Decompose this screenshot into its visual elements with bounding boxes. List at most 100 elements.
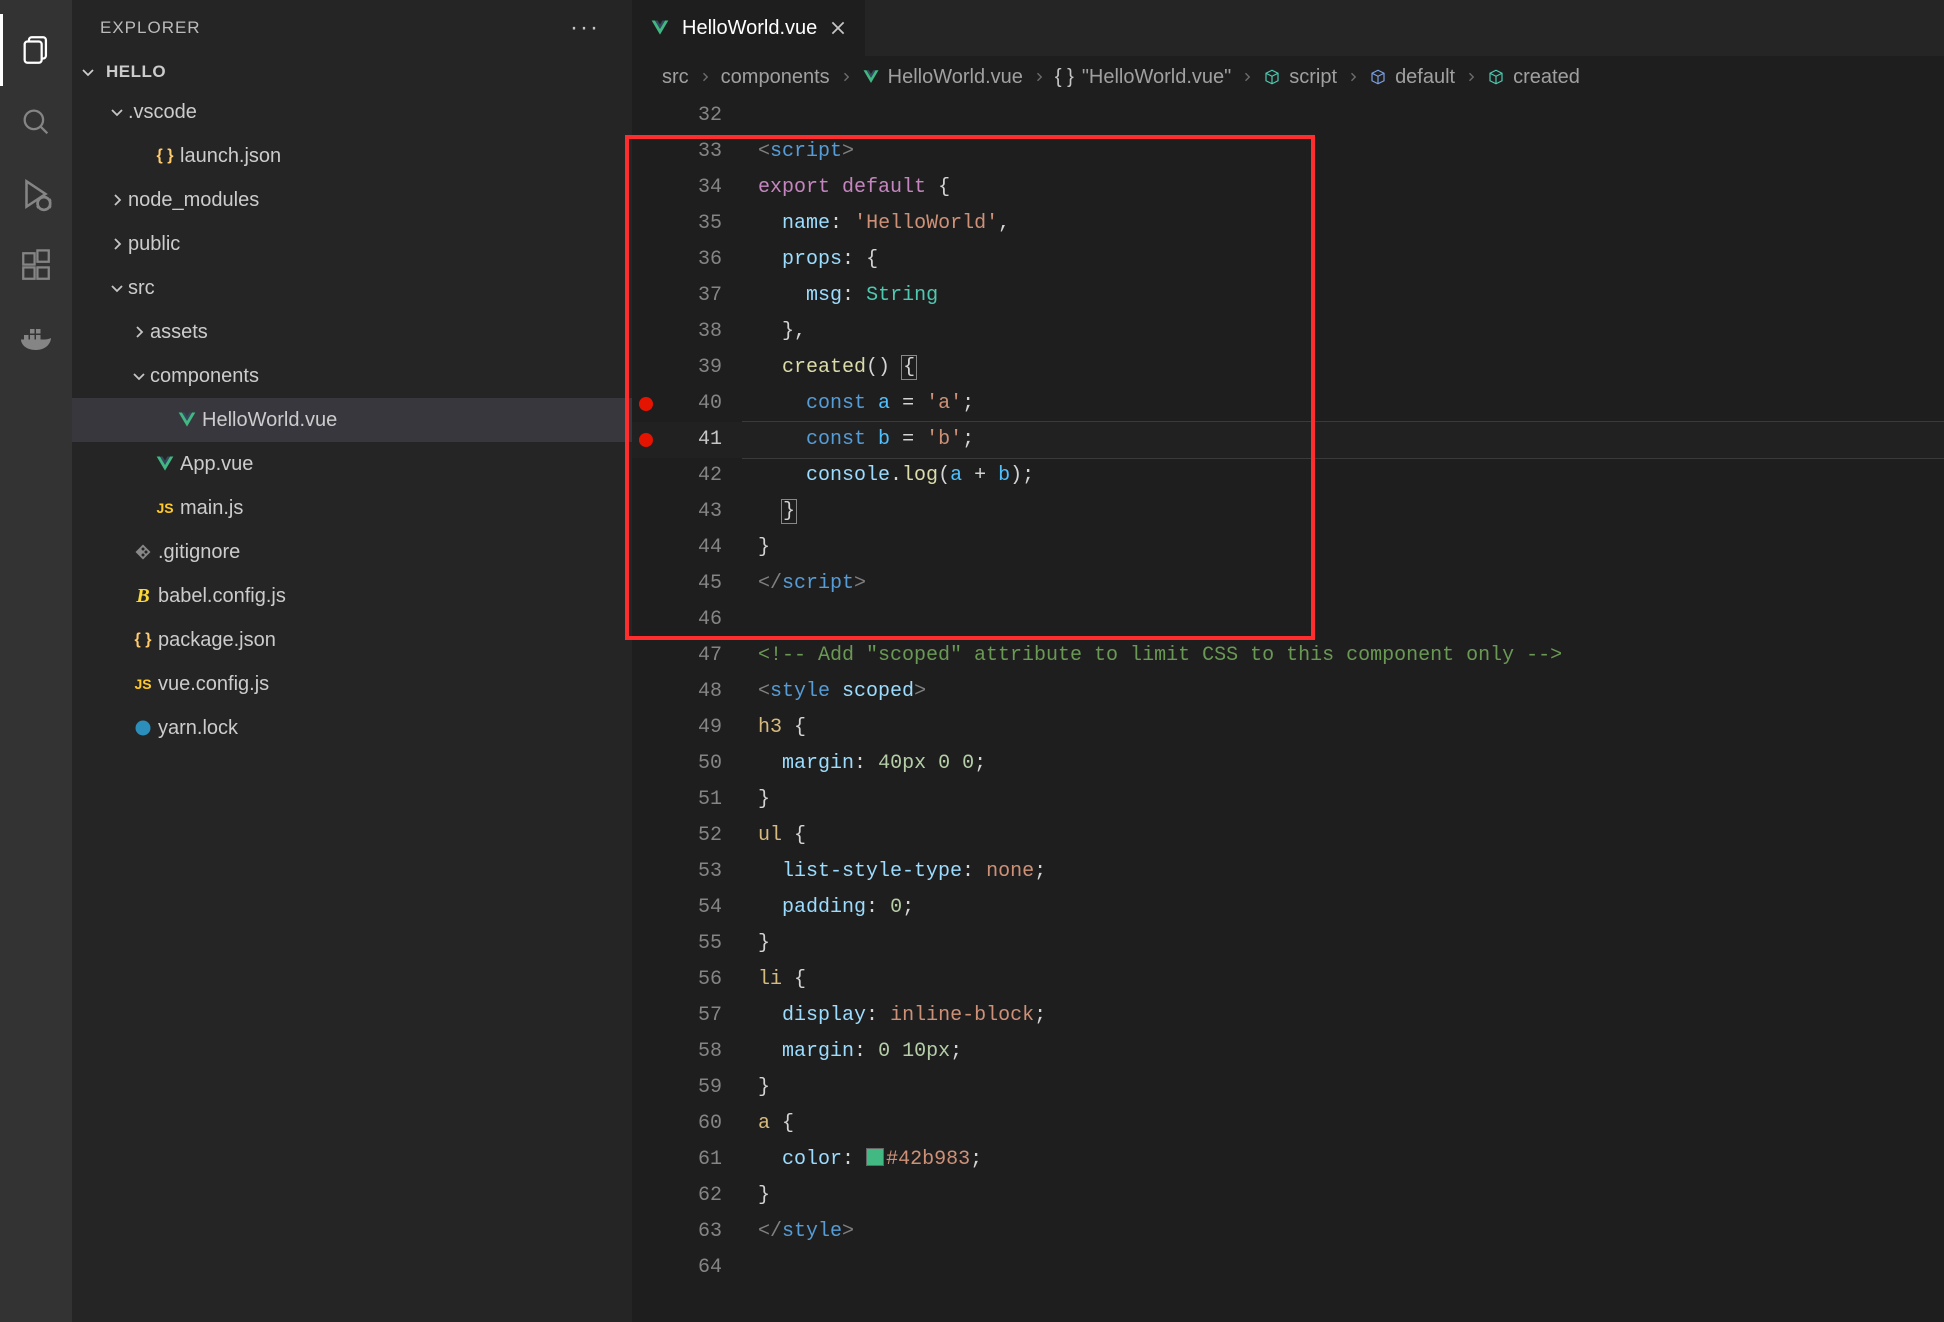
breadcrumb-item[interactable]: HelloWorld.vue bbox=[862, 66, 1023, 89]
code-line[interactable]: 49h3 { bbox=[632, 710, 1944, 746]
code-content: h3 { bbox=[722, 710, 806, 746]
code-content: const a = 'a'; bbox=[722, 386, 974, 422]
code-line[interactable]: 45</script> bbox=[632, 566, 1944, 602]
file-launch-json[interactable]: { }launch.json bbox=[72, 134, 632, 178]
activity-debug[interactable] bbox=[0, 158, 72, 230]
folder-components[interactable]: components bbox=[72, 354, 632, 398]
sidebar-section-title[interactable]: HELLO bbox=[72, 58, 632, 90]
activity-extensions[interactable] bbox=[0, 230, 72, 302]
folder-assets[interactable]: assets bbox=[72, 310, 632, 354]
code-line[interactable]: 36 props: { bbox=[632, 242, 1944, 278]
code-line[interactable]: 39 created() { bbox=[632, 350, 1944, 386]
editor-tab-helloworld[interactable]: HelloWorld.vue bbox=[632, 0, 866, 56]
code-editor[interactable]: 3233<script>34export default {35 name: '… bbox=[632, 98, 1944, 1322]
activity-docker[interactable] bbox=[0, 302, 72, 374]
code-line[interactable]: 58 margin: 0 10px; bbox=[632, 1034, 1944, 1070]
code-content: color: #42b983; bbox=[722, 1142, 982, 1178]
breadcrumb-item[interactable]: src bbox=[662, 66, 689, 89]
code-line[interactable]: 60a { bbox=[632, 1106, 1944, 1142]
line-number: 34 bbox=[660, 170, 722, 206]
code-line[interactable]: 47<!-- Add "scoped" attribute to limit C… bbox=[632, 638, 1944, 674]
file-helloworld-vue[interactable]: HelloWorld.vue bbox=[72, 398, 632, 442]
line-number: 57 bbox=[660, 998, 722, 1034]
code-line[interactable]: 40 const a = 'a'; bbox=[632, 386, 1944, 422]
line-number: 56 bbox=[660, 962, 722, 998]
code-line[interactable]: 48<style scoped> bbox=[632, 674, 1944, 710]
breadcrumb-item[interactable]: default bbox=[1369, 66, 1455, 89]
line-number: 37 bbox=[660, 278, 722, 314]
code-line[interactable]: 35 name: 'HelloWorld', bbox=[632, 206, 1944, 242]
section-label: HELLO bbox=[106, 62, 166, 82]
breadcrumb-item[interactable]: created bbox=[1487, 66, 1580, 89]
vue-icon bbox=[650, 18, 670, 38]
tree-item-label: src bbox=[128, 277, 155, 300]
line-number: 55 bbox=[660, 926, 722, 962]
code-line[interactable]: 38 }, bbox=[632, 314, 1944, 350]
code-content: props: { bbox=[722, 242, 878, 278]
code-content: margin: 40px 0 0; bbox=[722, 746, 986, 782]
code-line[interactable]: 64 bbox=[632, 1250, 1944, 1286]
breakpoint-gutter[interactable] bbox=[632, 397, 660, 411]
code-content: } bbox=[722, 926, 770, 962]
breadcrumb-item[interactable]: components bbox=[721, 66, 830, 89]
line-number: 54 bbox=[660, 890, 722, 926]
tree-item-label: yarn.lock bbox=[158, 717, 238, 740]
breadcrumb-item[interactable]: script bbox=[1263, 66, 1337, 89]
file-babel-config-js[interactable]: Bbabel.config.js bbox=[72, 574, 632, 618]
folder-public[interactable]: public bbox=[72, 222, 632, 266]
code-line[interactable]: 56li { bbox=[632, 962, 1944, 998]
file-app-vue[interactable]: App.vue bbox=[72, 442, 632, 486]
file-package-json[interactable]: { }package.json bbox=[72, 618, 632, 662]
code-line[interactable]: 44} bbox=[632, 530, 1944, 566]
close-icon[interactable] bbox=[829, 19, 847, 37]
code-line[interactable]: 51} bbox=[632, 782, 1944, 818]
js-icon: JS bbox=[150, 500, 180, 516]
code-line[interactable]: 42 console.log(a + b); bbox=[632, 458, 1944, 494]
code-line[interactable]: 53 list-style-type: none; bbox=[632, 854, 1944, 890]
activity-explorer[interactable] bbox=[0, 14, 72, 86]
code-line[interactable]: 33<script> bbox=[632, 134, 1944, 170]
line-number: 41 bbox=[660, 422, 722, 458]
folder-node-modules[interactable]: node_modules bbox=[72, 178, 632, 222]
line-number: 48 bbox=[660, 674, 722, 710]
file--gitignore[interactable]: .gitignore bbox=[72, 530, 632, 574]
code-line[interactable]: 37 msg: String bbox=[632, 278, 1944, 314]
code-line[interactable]: 61 color: #42b983; bbox=[632, 1142, 1944, 1178]
code-line[interactable]: 34export default { bbox=[632, 170, 1944, 206]
breadcrumb-separator bbox=[1461, 71, 1481, 83]
code-content: name: 'HelloWorld', bbox=[722, 206, 1010, 242]
breadcrumbs[interactable]: src components HelloWorld.vue { }"HelloWorl… bbox=[632, 56, 1944, 98]
code-line[interactable]: 52ul { bbox=[632, 818, 1944, 854]
file-main-js[interactable]: JSmain.js bbox=[72, 486, 632, 530]
code-line[interactable]: 54 padding: 0; bbox=[632, 890, 1944, 926]
sidebar-more-icon[interactable]: ··· bbox=[570, 14, 600, 42]
code-content: } bbox=[722, 1070, 770, 1106]
line-number: 47 bbox=[660, 638, 722, 674]
activity-search[interactable] bbox=[0, 86, 72, 158]
breakpoint-gutter[interactable] bbox=[632, 433, 660, 447]
chevron-down-icon bbox=[128, 368, 150, 384]
code-line[interactable]: 41 const b = 'b'; bbox=[632, 422, 1944, 458]
vue-icon bbox=[172, 410, 202, 430]
folder-src[interactable]: src bbox=[72, 266, 632, 310]
code-line[interactable]: 43 } bbox=[632, 494, 1944, 530]
cube-default-icon bbox=[1369, 68, 1387, 86]
file-yarn-lock[interactable]: yarn.lock bbox=[72, 706, 632, 750]
breadcrumb-item[interactable]: { }"HelloWorld.vue" bbox=[1055, 66, 1231, 89]
code-line[interactable]: 59} bbox=[632, 1070, 1944, 1106]
code-line[interactable]: 50 margin: 40px 0 0; bbox=[632, 746, 1944, 782]
line-number: 42 bbox=[660, 458, 722, 494]
code-line[interactable]: 46 bbox=[632, 602, 1944, 638]
code-line[interactable]: 32 bbox=[632, 98, 1944, 134]
tree-item-label: .vscode bbox=[128, 101, 197, 124]
folder--vscode[interactable]: .vscode bbox=[72, 90, 632, 134]
code-line[interactable]: 57 display: inline-block; bbox=[632, 998, 1944, 1034]
line-number: 45 bbox=[660, 566, 722, 602]
sidebar-section: HELLO .vscode { }launch.jsonnode_modulesp… bbox=[72, 56, 632, 752]
code-line[interactable]: 62} bbox=[632, 1178, 1944, 1214]
line-number: 36 bbox=[660, 242, 722, 278]
code-line[interactable]: 55} bbox=[632, 926, 1944, 962]
code-line[interactable]: 63</style> bbox=[632, 1214, 1944, 1250]
code-content: msg: String bbox=[722, 278, 938, 314]
file-vue-config-js[interactable]: JSvue.config.js bbox=[72, 662, 632, 706]
